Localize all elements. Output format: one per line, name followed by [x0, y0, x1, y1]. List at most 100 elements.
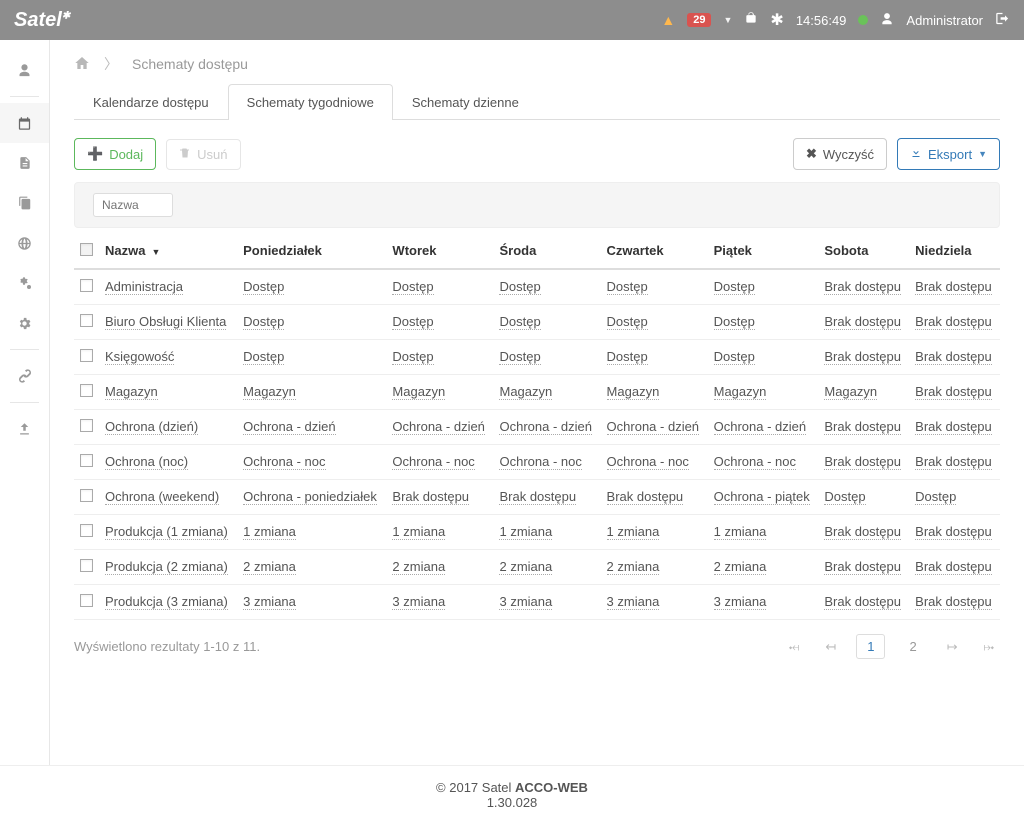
user-name[interactable]: Administrator [906, 13, 983, 28]
cell-wed[interactable]: Brak dostępu [499, 489, 576, 505]
cell-fri[interactable]: Dostęp [714, 349, 755, 365]
cell-mon[interactable]: Ochrona - dzień [243, 419, 336, 435]
asterisk-icon[interactable]: ✱ [770, 10, 783, 30]
alert-dropdown-caret[interactable]: ▼ [723, 15, 732, 25]
cell-wed[interactable]: Dostęp [499, 279, 540, 295]
sidebar-item-upload[interactable] [0, 409, 49, 449]
home-icon[interactable] [74, 55, 90, 74]
cell-mon[interactable]: 3 zmiana [243, 594, 296, 610]
row-checkbox[interactable] [80, 524, 93, 537]
tab-daily[interactable]: Schematy dzienne [393, 84, 538, 120]
col-sun[interactable]: Niedziela [909, 234, 1000, 269]
row-name[interactable]: Ochrona (dzień) [105, 419, 198, 435]
cell-thu[interactable]: Dostęp [607, 314, 648, 330]
cell-sat[interactable]: Brak dostępu [824, 314, 901, 330]
cell-thu[interactable]: 3 zmiana [607, 594, 660, 610]
cell-thu[interactable]: Dostęp [607, 279, 648, 295]
cell-sat[interactable]: Brak dostępu [824, 279, 901, 295]
cell-tue[interactable]: Ochrona - dzień [392, 419, 485, 435]
cell-mon[interactable]: Magazyn [243, 384, 296, 400]
cell-thu[interactable]: Brak dostępu [607, 489, 684, 505]
select-all-checkbox[interactable] [80, 243, 93, 256]
cell-thu[interactable]: Ochrona - noc [607, 454, 689, 470]
cell-fri[interactable]: Ochrona - noc [714, 454, 796, 470]
sidebar-item-doc[interactable] [0, 143, 49, 183]
row-name[interactable]: Biuro Obsługi Klienta [105, 314, 226, 330]
cell-fri[interactable]: 2 zmiana [714, 559, 767, 575]
cell-sun[interactable]: Brak dostępu [915, 454, 992, 470]
cell-sun[interactable]: Dostęp [915, 489, 956, 505]
cell-tue[interactable]: 2 zmiana [392, 559, 445, 575]
cell-mon[interactable]: 2 zmiana [243, 559, 296, 575]
row-name[interactable]: Ochrona (weekend) [105, 489, 219, 505]
cell-fri[interactable]: 3 zmiana [714, 594, 767, 610]
cell-mon[interactable]: Dostęp [243, 349, 284, 365]
cell-mon[interactable]: Dostęp [243, 279, 284, 295]
cell-wed[interactable]: Magazyn [499, 384, 552, 400]
cell-wed[interactable]: 2 zmiana [499, 559, 552, 575]
cell-wed[interactable]: 3 zmiana [499, 594, 552, 610]
sidebar-item-user[interactable] [0, 50, 49, 90]
cell-sat[interactable]: Dostęp [824, 489, 865, 505]
cell-mon[interactable]: Dostęp [243, 314, 284, 330]
cell-sat[interactable]: Brak dostępu [824, 594, 901, 610]
cell-wed[interactable]: Ochrona - dzień [499, 419, 592, 435]
cell-tue[interactable]: Dostęp [392, 279, 433, 295]
cell-tue[interactable]: Dostęp [392, 314, 433, 330]
pager-prev-icon[interactable]: ↤ [819, 637, 842, 657]
sidebar-item-copy[interactable] [0, 183, 49, 223]
export-button[interactable]: Eksport ▼ [897, 138, 1000, 170]
sidebar-item-link[interactable] [0, 356, 49, 396]
row-checkbox[interactable] [80, 489, 93, 502]
clear-button[interactable]: ✖ Wyczyść [793, 138, 887, 170]
unlock-icon[interactable] [744, 11, 758, 29]
warning-icon[interactable]: ▲ [661, 12, 675, 28]
cell-wed[interactable]: 1 zmiana [499, 524, 552, 540]
cell-fri[interactable]: Dostęp [714, 314, 755, 330]
row-name[interactable]: Produkcja (3 zmiana) [105, 594, 228, 610]
row-checkbox[interactable] [80, 454, 93, 467]
cell-tue[interactable]: Brak dostępu [392, 489, 469, 505]
add-button[interactable]: ➕ Dodaj [74, 138, 156, 170]
pager-last-icon[interactable]: ⤠ [978, 637, 1000, 657]
cell-sat[interactable]: Brak dostępu [824, 559, 901, 575]
sidebar-item-gear[interactable] [0, 303, 49, 343]
col-tue[interactable]: Wtorek [386, 234, 493, 269]
row-name[interactable]: Ochrona (noc) [105, 454, 188, 470]
sidebar-item-calendar[interactable] [0, 103, 49, 143]
cell-sun[interactable]: Brak dostępu [915, 349, 992, 365]
cell-thu[interactable]: Ochrona - dzień [607, 419, 700, 435]
cell-sat[interactable]: Brak dostępu [824, 454, 901, 470]
cell-thu[interactable]: 1 zmiana [607, 524, 660, 540]
cell-sun[interactable]: Brak dostępu [915, 419, 992, 435]
cell-thu[interactable]: Magazyn [607, 384, 660, 400]
col-sat[interactable]: Sobota [818, 234, 909, 269]
cell-mon[interactable]: Ochrona - noc [243, 454, 325, 470]
cell-sun[interactable]: Brak dostępu [915, 314, 992, 330]
row-checkbox[interactable] [80, 384, 93, 397]
cell-fri[interactable]: Magazyn [714, 384, 767, 400]
sidebar-item-globe[interactable] [0, 223, 49, 263]
row-checkbox[interactable] [80, 419, 93, 432]
cell-thu[interactable]: Dostęp [607, 349, 648, 365]
row-name[interactable]: Produkcja (1 zmiana) [105, 524, 228, 540]
cell-fri[interactable]: Ochrona - piątek [714, 489, 810, 505]
col-name[interactable]: Nazwa▼ [99, 234, 237, 269]
col-thu[interactable]: Czwartek [601, 234, 708, 269]
logout-icon[interactable] [995, 11, 1010, 29]
cell-wed[interactable]: Dostęp [499, 314, 540, 330]
sidebar-item-gears[interactable] [0, 263, 49, 303]
row-checkbox[interactable] [80, 559, 93, 572]
row-name[interactable]: Produkcja (2 zmiana) [105, 559, 228, 575]
row-checkbox[interactable] [80, 314, 93, 327]
filter-name-input[interactable] [93, 193, 173, 217]
cell-tue[interactable]: 1 zmiana [392, 524, 445, 540]
delete-button[interactable]: Usuń [166, 139, 240, 170]
pager-first-icon[interactable]: ⤟ [783, 637, 805, 657]
cell-thu[interactable]: 2 zmiana [607, 559, 660, 575]
cell-wed[interactable]: Ochrona - noc [499, 454, 581, 470]
cell-sun[interactable]: Brak dostępu [915, 279, 992, 295]
alert-badge[interactable]: 29 [687, 13, 711, 27]
cell-tue[interactable]: 3 zmiana [392, 594, 445, 610]
cell-tue[interactable]: Magazyn [392, 384, 445, 400]
